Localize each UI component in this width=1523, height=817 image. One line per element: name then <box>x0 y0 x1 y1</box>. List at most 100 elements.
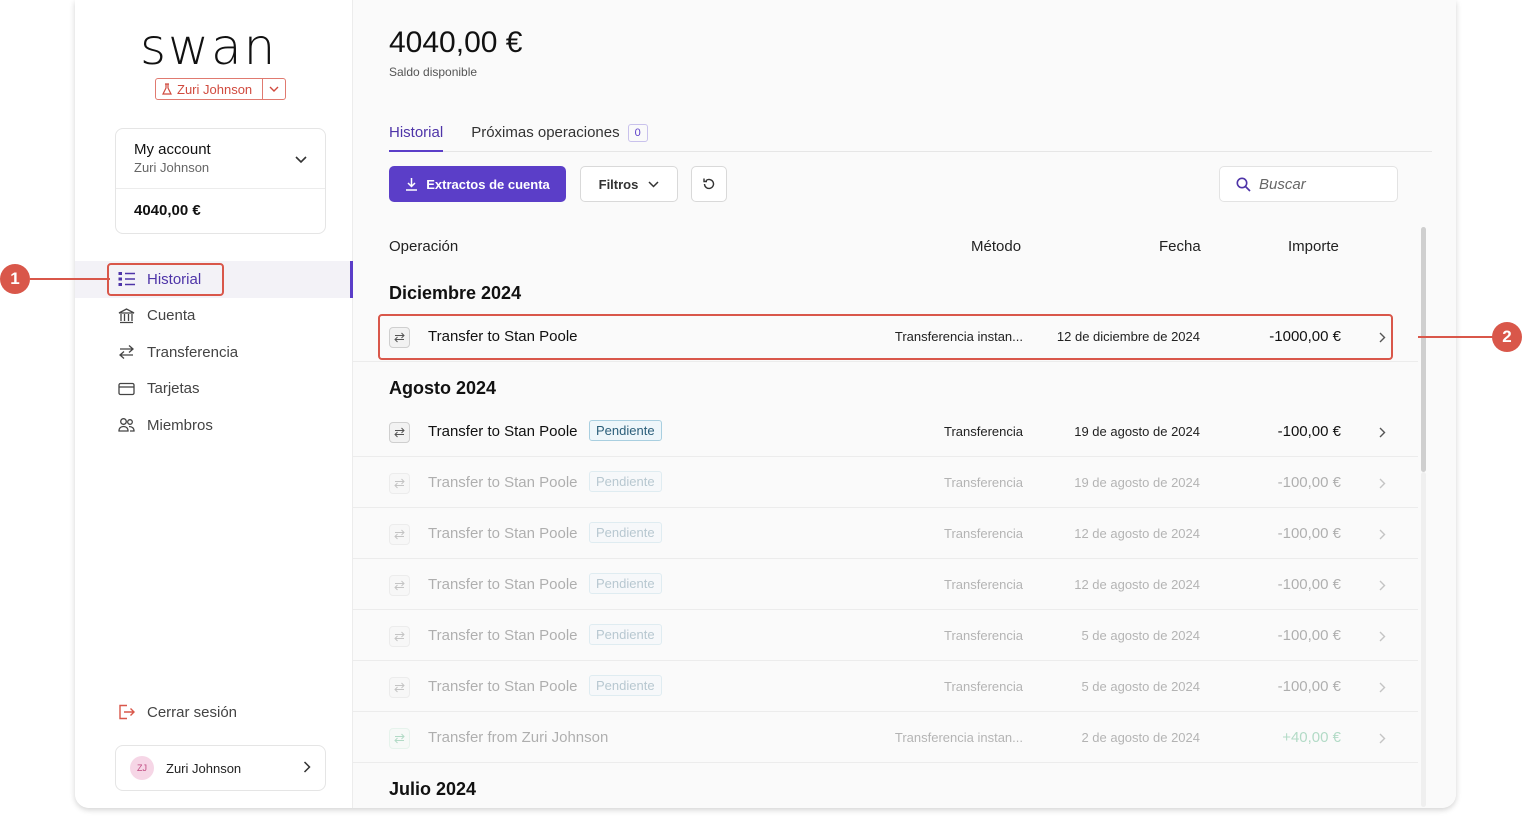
tabs: Historial Próximas operaciones 0 <box>389 120 1432 152</box>
transaction-method: Transferencia <box>944 424 1023 439</box>
transaction-amount: +40,00 € <box>1282 729 1341 746</box>
chevron-right-icon <box>303 760 311 776</box>
transfer-icon <box>117 343 135 361</box>
bank-icon <box>117 307 135 325</box>
transaction-amount: -100,00 € <box>1277 474 1341 491</box>
transaction-label: Transfer to Stan Poole <box>428 474 578 491</box>
scrollbar-thumb[interactable] <box>1421 227 1426 472</box>
chevron-down-icon[interactable] <box>263 79 285 99</box>
sidebar-item-label: Miembros <box>147 416 213 434</box>
transaction-label: Transfer to Stan Poole <box>428 576 578 593</box>
upcoming-count-badge: 0 <box>627 124 648 142</box>
app-window: swan Zuri Johnson My account Zuri Johnso… <box>75 0 1456 808</box>
transaction-date: 5 de agosto de 2024 <box>1081 679 1200 694</box>
transaction-row[interactable]: Transfer to Stan Poole Pendiente Transfere… <box>353 611 1418 661</box>
transfer-icon <box>389 626 410 647</box>
transfer-icon <box>389 473 410 494</box>
transaction-amount: -100,00 € <box>1277 576 1341 593</box>
transaction-row[interactable]: Transfer to Stan Poole Pendiente Transfere… <box>353 560 1418 610</box>
account-title: My account <box>134 141 211 158</box>
account-selector[interactable]: My account Zuri Johnson 4040,00 € <box>115 128 326 234</box>
transaction-amount: -100,00 € <box>1277 678 1341 695</box>
sidebar: swan Zuri Johnson My account Zuri Johnso… <box>75 0 353 808</box>
search-box[interactable] <box>1219 166 1398 202</box>
month-group-title: Julio 2024 <box>389 779 477 799</box>
transaction-date: 19 de agosto de 2024 <box>1074 475 1200 490</box>
status-badge: Pendiente <box>589 522 662 543</box>
filters-button[interactable]: Filtros <box>580 166 678 202</box>
transaction-row[interactable]: Transfer to Stan Poole Pendiente Transfere… <box>353 509 1418 559</box>
callout-2: 2 <box>1492 322 1522 352</box>
status-badge: Pendiente <box>589 471 662 492</box>
avatar: ZJ <box>130 756 154 780</box>
status-badge: Pendiente <box>589 624 662 645</box>
refresh-icon <box>703 178 715 190</box>
column-amount: Importe <box>1288 238 1339 255</box>
transaction-method: Transferencia instan... <box>894 730 1023 745</box>
available-balance: 4040,00 € <box>389 26 523 59</box>
chevron-right-icon <box>1379 578 1386 595</box>
status-badge: Pendiente <box>589 573 662 594</box>
column-method: Método <box>971 238 1022 255</box>
transaction-method: Transferencia <box>944 628 1023 643</box>
transfer-icon <box>389 422 410 443</box>
transaction-row[interactable]: Transfer to Stan Poole Pendiente Transfere… <box>353 458 1418 508</box>
user-switcher-name: Zuri Johnson <box>177 81 253 97</box>
chevron-right-icon <box>1379 680 1386 697</box>
chevron-right-icon <box>1379 476 1386 493</box>
table-header: Operación Método Fecha Importe <box>389 238 1389 256</box>
transaction-row[interactable]: Transfer from Zuri Johnson Transferencia … <box>353 713 1418 763</box>
transaction-label: Transfer to Stan Poole <box>428 423 578 440</box>
account-statements-button[interactable]: Extractos de cuenta <box>389 166 566 202</box>
transaction-label: Transfer from Zuri Johnson <box>428 729 609 746</box>
transfer-icon <box>389 524 410 545</box>
tab-proximas-operaciones[interactable]: Próximas operaciones 0 <box>471 120 648 151</box>
sidebar-item-label: Transferencia <box>147 343 239 361</box>
transaction-label: Transfer to Stan Poole <box>428 627 578 644</box>
account-holder: Zuri Johnson <box>134 160 210 175</box>
sidebar-item-tarjetas[interactable]: Tarjetas <box>75 371 353 408</box>
tab-historial[interactable]: Historial <box>389 120 444 152</box>
transaction-date: 19 de agosto de 2024 <box>1074 424 1200 439</box>
chevron-right-icon <box>1379 425 1386 442</box>
sidebar-item-cuenta[interactable]: Cuenta <box>75 298 353 335</box>
highlight-transaction-box <box>378 314 1393 360</box>
transaction-amount: -100,00 € <box>1277 627 1341 644</box>
transaction-amount: -100,00 € <box>1277 525 1341 542</box>
highlight-historial-box <box>107 263 224 296</box>
account-balance: 4040,00 € <box>134 202 201 219</box>
chevron-right-icon <box>1379 731 1386 748</box>
transaction-date: 12 de agosto de 2024 <box>1074 526 1200 541</box>
swan-logo: swan <box>140 18 278 76</box>
callout-1-line <box>30 278 110 280</box>
callout-1: 1 <box>0 264 30 294</box>
status-badge: Pendiente <box>589 420 662 441</box>
logout-icon <box>117 703 135 721</box>
column-operation: Operación <box>389 238 459 255</box>
user-profile-card[interactable]: ZJ Zuri Johnson <box>115 745 326 791</box>
status-badge: Pendiente <box>589 675 662 696</box>
transaction-row[interactable]: Transfer to Stan Poole Pendiente Transfere… <box>353 407 1418 457</box>
chevron-right-icon <box>1379 629 1386 646</box>
transaction-row[interactable]: Transfer to Stan Poole Pendiente Transfere… <box>353 662 1418 712</box>
transaction-date: 5 de agosto de 2024 <box>1081 628 1200 643</box>
transaction-date: 2 de agosto de 2024 <box>1081 730 1200 745</box>
logout-button[interactable]: Cerrar sesión <box>117 703 237 721</box>
transaction-method: Transferencia <box>944 577 1023 592</box>
transaction-label: Transfer to Stan Poole <box>428 678 578 695</box>
chevron-down-icon[interactable] <box>295 151 307 169</box>
transfer-icon <box>389 677 410 698</box>
scrollbar[interactable] <box>1418 227 1428 807</box>
user-profile-name: Zuri Johnson <box>166 760 242 776</box>
callout-2-line <box>1418 336 1496 338</box>
user-switcher[interactable]: Zuri Johnson <box>155 78 287 100</box>
month-group-title: Diciembre 2024 <box>389 283 522 303</box>
transaction-method: Transferencia <box>944 475 1023 490</box>
transaction-method: Transferencia <box>944 679 1023 694</box>
search-input[interactable] <box>1259 175 1379 193</box>
transaction-method: Transferencia <box>944 526 1023 541</box>
refresh-button[interactable] <box>691 166 727 202</box>
chevron-right-icon <box>1379 527 1386 544</box>
sidebar-item-miembros[interactable]: Miembros <box>75 407 353 444</box>
sidebar-item-transferencia[interactable]: Transferencia <box>75 334 353 371</box>
